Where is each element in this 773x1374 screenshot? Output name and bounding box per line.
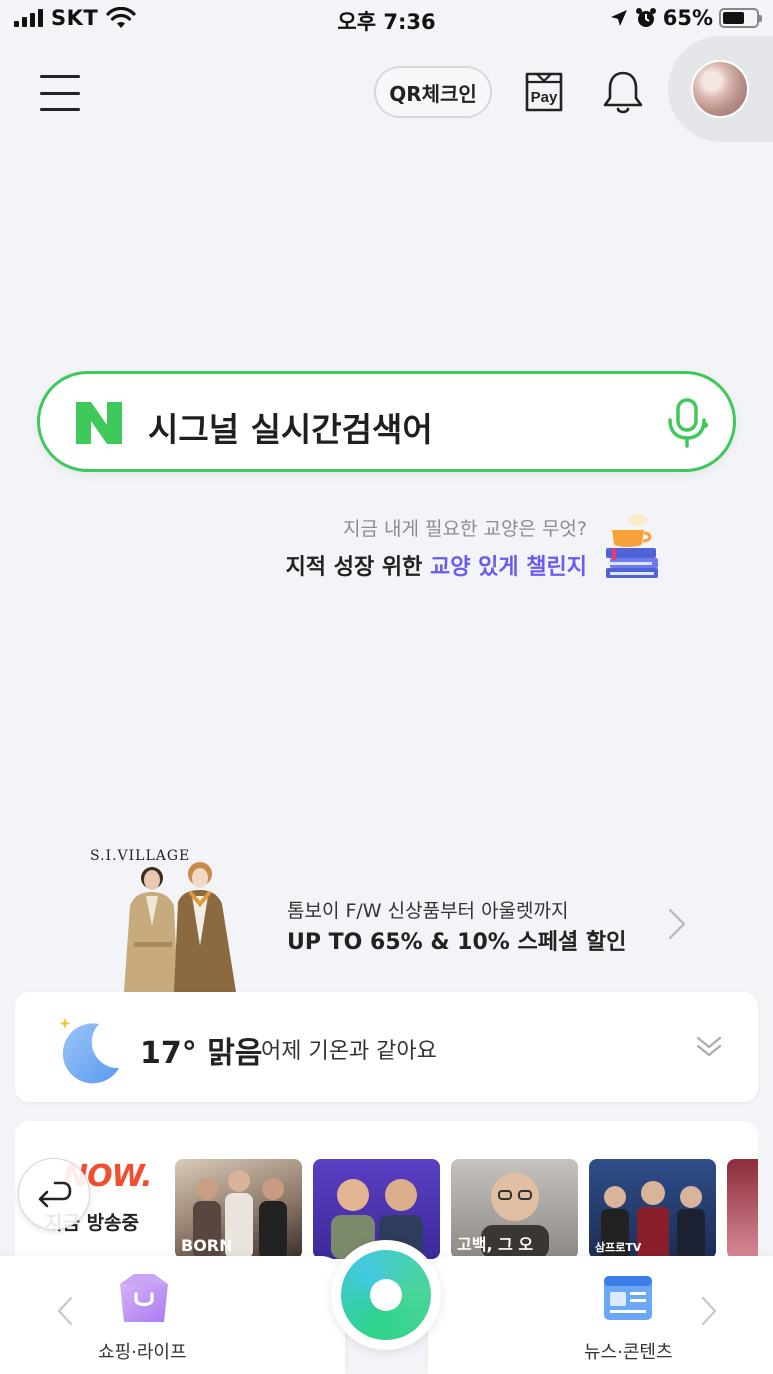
live-thumbnail[interactable]: BORN [175, 1159, 302, 1259]
promo-title-prefix: 지적 성장 위한 [285, 555, 423, 580]
ad-line-2[interactable]: UP TO 65% & 10% 스페셜 할인 [287, 924, 626, 956]
menu-button[interactable] [40, 75, 80, 111]
battery-icon [719, 8, 762, 28]
battery-percentage: 65% [662, 6, 713, 30]
live-thumbnail[interactable]: 삼프로TV [589, 1159, 716, 1259]
search-bar[interactable]: 시그널 실시간검색어 [37, 371, 736, 472]
weather-description: 어제 기온과 같아요 [261, 1039, 437, 1064]
weather-temperature: 17° 맑음 [140, 1036, 263, 1071]
menu-icon-line [40, 75, 80, 78]
status-right: 65% [609, 6, 762, 30]
thumbnail-caption: 고백, 그 오 [457, 1235, 534, 1254]
avatar[interactable] [691, 60, 749, 118]
battery-fill [723, 12, 744, 24]
menu-icon-line [40, 91, 80, 95]
green-dot-icon [341, 1250, 431, 1340]
status-bar: SKT 오후 7:36 65% [0, 0, 773, 38]
moon-icon [59, 1017, 119, 1084]
chevron-double-down-icon[interactable] [695, 1034, 723, 1060]
chevron-right-icon[interactable] [700, 1296, 718, 1326]
promo-title[interactable]: 지적 성장 위한 교양 있게 챌린지 [286, 549, 587, 581]
shopping-bag-icon[interactable] [116, 1272, 172, 1324]
back-button[interactable] [18, 1158, 90, 1230]
chevron-left-icon[interactable] [56, 1296, 74, 1326]
green-dot-button[interactable] [331, 1240, 441, 1350]
ad-line-1[interactable]: 톰보이 F/W 신상품부터 아울렛까지 [287, 896, 568, 923]
live-thumbnail[interactable]: 고백, 그 오 [451, 1159, 578, 1259]
books-teacup-icon[interactable] [602, 512, 662, 582]
weather-card[interactable]: 17° 맑음 어제 기온과 같아요 [15, 992, 758, 1102]
qr-checkin-button[interactable]: QR체크인 [374, 66, 492, 118]
nav-shopping-life[interactable]: 쇼핑·라이프 [98, 1338, 187, 1364]
ad-model-image[interactable] [96, 856, 248, 992]
thumbnail-caption: BORN [181, 1236, 233, 1255]
pay-button[interactable]: Pay [521, 70, 567, 114]
live-thumbnail[interactable] [727, 1159, 758, 1259]
pay-label: Pay [531, 89, 558, 106]
notification-bell-icon[interactable] [600, 68, 646, 116]
chevron-right-icon[interactable] [667, 907, 687, 941]
bottom-navigation: 쇼핑·라이프 뉴스·콘텐츠 [0, 1240, 773, 1374]
menu-icon-line [40, 108, 80, 111]
alarm-icon [635, 8, 656, 27]
location-arrow-icon [610, 10, 627, 26]
news-icon[interactable] [600, 1272, 656, 1324]
return-arrow-icon [38, 1181, 72, 1208]
thumbnail-caption: 삼프로TV [595, 1241, 642, 1254]
nav-news-contents[interactable]: 뉴스·콘텐츠 [584, 1338, 673, 1364]
promo-subtitle[interactable]: 지금 내게 필요한 교양은 무엇? [343, 514, 587, 541]
naver-logo-icon [76, 402, 122, 444]
search-input[interactable]: 시그널 실시간검색어 [148, 403, 433, 451]
promo-title-accent: 교양 있게 챌린지 [430, 555, 587, 580]
microphone-icon[interactable] [665, 398, 709, 448]
